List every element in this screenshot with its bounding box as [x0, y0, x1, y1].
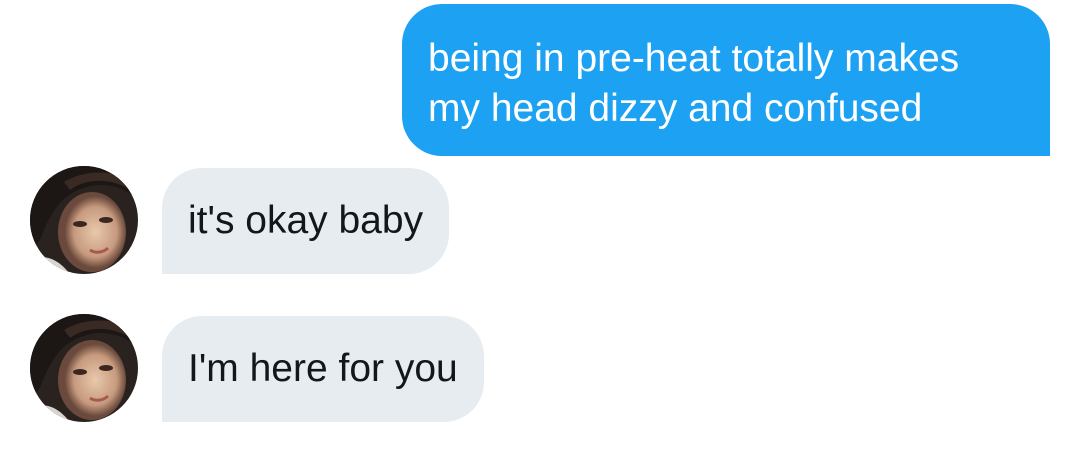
contact-avatar[interactable] [30, 314, 138, 422]
avatar-photo-icon [30, 314, 138, 422]
avatar-photo-icon [30, 166, 138, 274]
incoming-message-row: it's okay baby [30, 166, 450, 274]
incoming-message-row: I'm here for you [30, 314, 484, 422]
contact-avatar[interactable] [30, 166, 138, 274]
conversation-thread: being in pre-heat totally makes my head … [0, 0, 1080, 456]
incoming-message-bubble[interactable]: I'm here for you [162, 316, 484, 422]
incoming-message-bubble[interactable]: it's okay baby [162, 168, 450, 274]
outgoing-message-bubble[interactable]: being in pre-heat totally makes my head … [402, 4, 1050, 156]
